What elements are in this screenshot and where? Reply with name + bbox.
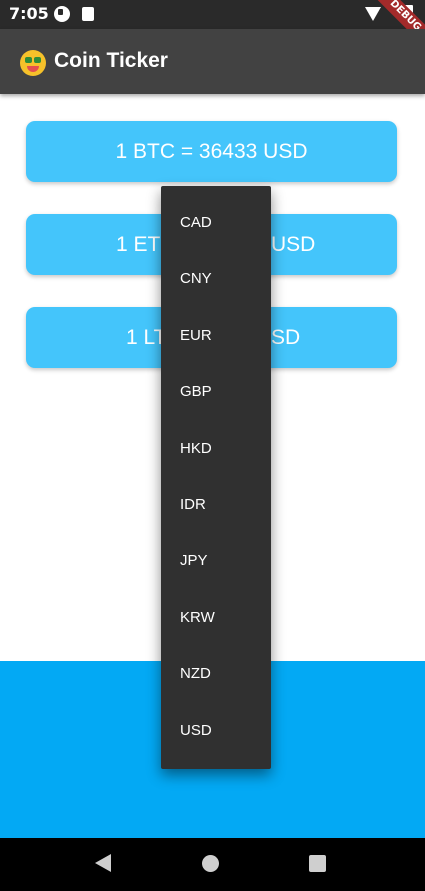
status-circle-icon (54, 6, 70, 22)
sd-card-icon (82, 7, 94, 21)
eth-rate-text-left: 1 ET (116, 233, 161, 256)
btc-rate-text: 1 BTC = 36433 USD (115, 140, 308, 163)
menu-item-cad[interactable]: CAD (161, 195, 271, 251)
menu-item-hkd[interactable]: HKD (161, 421, 271, 477)
page-title: Coin Ticker (54, 49, 168, 72)
navigation-bar (0, 838, 425, 891)
menu-item-nzd[interactable]: NZD (161, 646, 271, 702)
status-time: 7:05 (9, 4, 49, 23)
money-mouth-face-icon (20, 50, 46, 76)
recents-icon[interactable] (309, 855, 326, 872)
home-icon[interactable] (202, 855, 219, 872)
menu-item-idr[interactable]: IDR (161, 477, 271, 533)
status-bar: 7:05 DEBUG (0, 0, 425, 54)
btc-rate-card: 1 BTC = 36433 USD (26, 121, 397, 182)
app-bar: Coin Ticker (0, 29, 425, 94)
menu-item-usd[interactable]: USD (161, 703, 271, 759)
back-icon[interactable] (95, 854, 111, 872)
ltc-rate-text-right: SD (271, 326, 301, 349)
currency-dropdown-menu[interactable]: CAD CNY EUR GBP HKD IDR JPY KRW NZD USD (161, 186, 271, 769)
menu-item-cny[interactable]: CNY (161, 251, 271, 307)
wifi-icon (365, 7, 381, 21)
eth-rate-text-right: USD (271, 233, 316, 256)
menu-item-gbp[interactable]: GBP (161, 364, 271, 420)
menu-item-jpy[interactable]: JPY (161, 533, 271, 589)
menu-item-krw[interactable]: KRW (161, 590, 271, 646)
menu-item-eur[interactable]: EUR (161, 308, 271, 364)
